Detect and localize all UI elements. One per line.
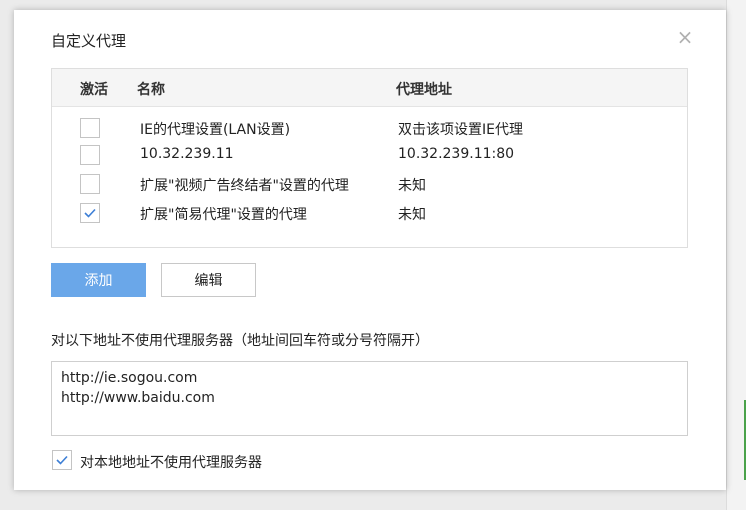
checkmark-icon xyxy=(56,455,68,465)
row-address: 未知 xyxy=(398,207,426,223)
row-address: 双击该项设置IE代理 xyxy=(398,122,523,138)
column-header-address: 代理地址 xyxy=(396,82,452,98)
column-header-active: 激活 xyxy=(80,82,108,98)
row-checkbox[interactable] xyxy=(80,203,100,223)
proxy-table: 激活 名称 代理地址 IE的代理设置(LAN设置) 双击该项设置IE代理 10.… xyxy=(51,68,688,248)
row-address: 未知 xyxy=(398,178,426,194)
table-row[interactable]: 10.32.239.11 10.32.239.11:80 xyxy=(52,142,687,169)
bypass-address-line: http://ie.sogou.com xyxy=(61,370,198,386)
row-address: 10.32.239.11:80 xyxy=(398,146,515,162)
column-header-name: 名称 xyxy=(137,82,165,98)
bypass-label: 对以下地址不使用代理服务器（地址间回车符或分号符隔开） xyxy=(51,333,429,349)
background-window-edge xyxy=(726,0,746,510)
table-header: 激活 名称 代理地址 xyxy=(52,69,687,107)
table-row[interactable]: 扩展"视频广告终结者"设置的代理 未知 xyxy=(52,171,687,198)
row-checkbox[interactable] xyxy=(80,145,100,165)
custom-proxy-dialog: 自定义代理 × 激活 名称 代理地址 IE的代理设置(LAN设置) 双击该项设置… xyxy=(14,10,726,490)
row-name: IE的代理设置(LAN设置) xyxy=(140,122,291,138)
table-row[interactable]: 扩展"简易代理"设置的代理 未知 xyxy=(52,200,687,227)
local-bypass-label: 对本地地址不使用代理服务器 xyxy=(80,455,262,471)
add-button[interactable]: 添加 xyxy=(51,263,146,297)
close-icon[interactable]: × xyxy=(676,27,694,47)
row-name: 10.32.239.11 xyxy=(140,146,234,162)
bypass-address-line: http://www.baidu.com xyxy=(61,390,215,406)
checkmark-icon xyxy=(84,208,96,218)
bypass-address-textarea[interactable]: http://ie.sogou.com http://www.baidu.com xyxy=(51,361,688,436)
row-checkbox[interactable] xyxy=(80,174,100,194)
dialog-title: 自定义代理 xyxy=(51,32,127,50)
row-name: 扩展"视频广告终结者"设置的代理 xyxy=(140,178,349,194)
row-name: 扩展"简易代理"设置的代理 xyxy=(140,207,307,223)
edit-button[interactable]: 编辑 xyxy=(161,263,256,297)
table-row[interactable]: IE的代理设置(LAN设置) 双击该项设置IE代理 xyxy=(52,115,687,142)
local-bypass-checkbox[interactable] xyxy=(52,450,72,470)
row-checkbox[interactable] xyxy=(80,118,100,138)
